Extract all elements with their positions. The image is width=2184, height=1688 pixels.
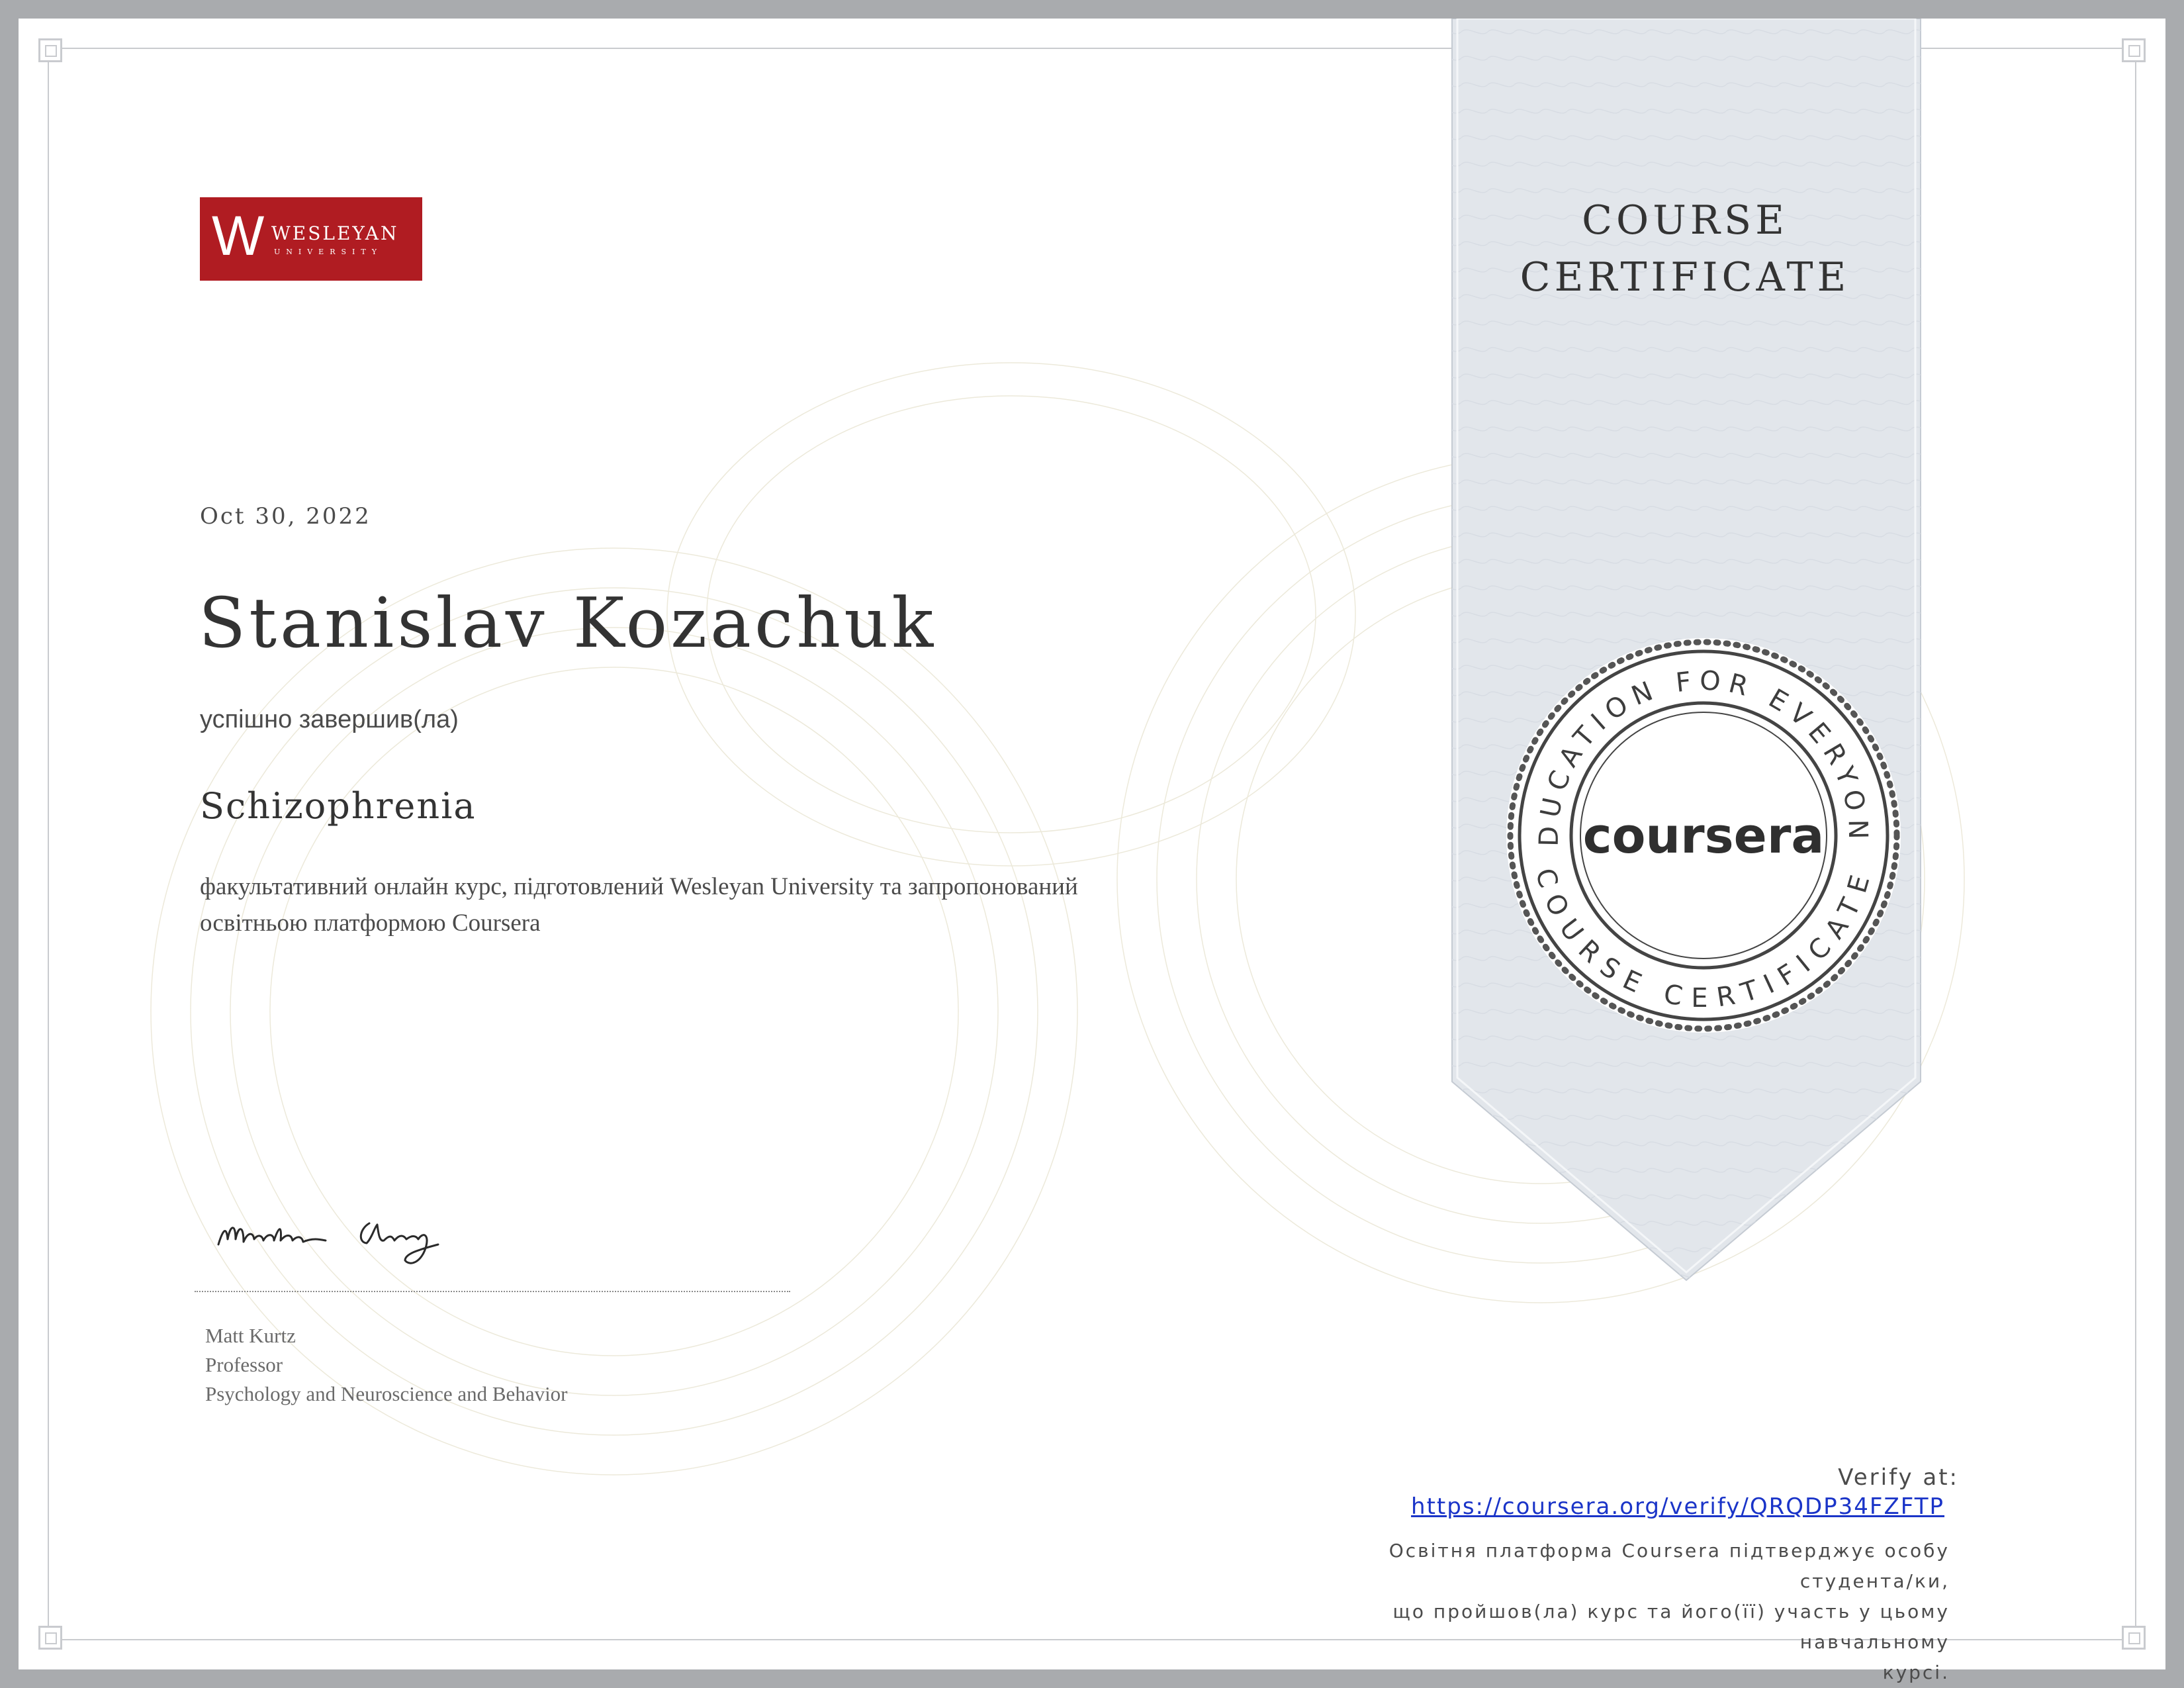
verify-note-line: Освітня платформа Coursera підтверджує о… xyxy=(1388,1540,1950,1592)
signer-name: Matt Kurtz xyxy=(205,1324,296,1347)
signer-department: Psychology and Neuroscience and Behavior xyxy=(205,1382,568,1405)
logo-letter: W xyxy=(212,205,265,267)
corner-ornament xyxy=(38,1626,62,1650)
completed-label: успішно завершив(ла) xyxy=(200,706,459,733)
wesleyan-logo: W WESLEYAN UNIVERSITY xyxy=(200,197,422,281)
signature-line xyxy=(195,1291,790,1292)
logo-subtitle: UNIVERSITY xyxy=(274,248,383,256)
course-name: Schizophrenia xyxy=(200,785,477,827)
certificate-title-line: CERTIFICATE xyxy=(1520,254,1850,301)
coursera-wordmark: coursera xyxy=(1583,808,1825,865)
corner-ornament xyxy=(2122,1626,2146,1650)
corner-ornament xyxy=(2122,38,2146,62)
verify-note-line: курсі. xyxy=(1882,1662,1950,1683)
verify-link[interactable]: https://coursera.org/verify/QRQDP34FZFTP xyxy=(1411,1493,1944,1520)
certificate-title: COURSE CERTIFICATE xyxy=(1435,192,1935,306)
verify-label: Verify at: xyxy=(1838,1464,1959,1491)
verify-note: Освітня платформа Coursera підтверджує о… xyxy=(1288,1536,1950,1688)
signer-block: Matt Kurtz Professor Psychology and Neur… xyxy=(205,1321,568,1409)
recipient-name: Stanislav Kozachuk xyxy=(199,583,937,663)
course-description: факультативний онлайн курс, підготовлени… xyxy=(200,868,1232,941)
signer-title: Professor xyxy=(205,1353,283,1376)
verify-note-line: що пройшов(ла) курс та його(її) участь у… xyxy=(1392,1601,1950,1653)
signature-image xyxy=(217,1222,439,1264)
description-line: факультативний онлайн курс, підготовлени… xyxy=(200,873,1078,900)
coursera-seal: EDUCATION FOR EVERYONE COURSE CERTIFICAT… xyxy=(1498,630,1901,1033)
issue-date: Oct 30, 2022 xyxy=(200,503,371,530)
logo-name: WESLEYAN xyxy=(271,222,399,244)
description-line: освітньою платформою Coursera xyxy=(200,910,541,937)
corner-ornament xyxy=(38,38,62,62)
certificate-title-line: COURSE xyxy=(1582,197,1788,244)
